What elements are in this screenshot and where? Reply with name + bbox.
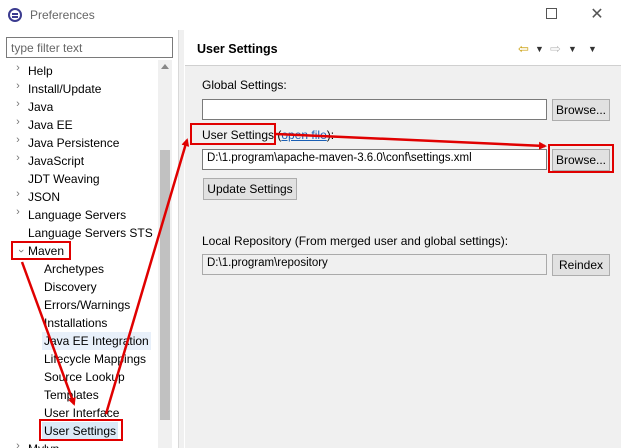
tree-item-user-interface[interactable]: User Interface [44, 404, 119, 422]
tree-item-source-lookup[interactable]: Source Lookup [44, 368, 125, 386]
back-arrow-icon[interactable]: ⇦ [518, 41, 529, 57]
chevron-right-icon[interactable]: › [12, 440, 24, 448]
local-repository-field: D:\1.program\repository [202, 254, 547, 275]
tree-item-language-servers[interactable]: Language Servers [28, 206, 126, 224]
user-settings-field[interactable]: D:\1.program\apache-maven-3.6.0\conf\set… [202, 149, 547, 170]
pane-divider[interactable] [178, 30, 184, 448]
tree-item-installations[interactable]: Installations [44, 314, 107, 332]
tree-item-javascript[interactable]: JavaScript [28, 152, 84, 170]
tree-item-java-persistence[interactable]: Java Persistence [28, 134, 119, 152]
tree-item-mylyn[interactable]: Mylyn [28, 440, 59, 448]
chevron-right-icon[interactable]: › [12, 188, 24, 206]
chevron-right-icon[interactable]: › [12, 152, 24, 170]
user-settings-label: User Settings (open file): [202, 128, 335, 142]
close-button[interactable]: ✕ [586, 4, 608, 26]
tree-item-install-update[interactable]: Install/Update [28, 80, 101, 98]
view-menu-icon[interactable]: ▼ [588, 44, 597, 54]
open-file-link[interactable]: open file [281, 128, 326, 142]
tree-item-user-settings[interactable]: User Settings [42, 422, 119, 440]
title-bar: Preferences ✕ [0, 0, 621, 30]
tree-item-java[interactable]: Java [28, 98, 53, 116]
tree-item-language-servers-sts[interactable]: Language Servers STS [28, 224, 153, 242]
global-browse-button[interactable]: Browse... [552, 99, 610, 121]
user-settings-text: User Settings [202, 128, 275, 142]
window-title: Preferences [30, 8, 95, 22]
chevron-down-icon[interactable]: › [9, 245, 27, 257]
chevron-right-icon[interactable]: › [12, 134, 24, 152]
tree-item-help[interactable]: Help [28, 62, 53, 80]
tree-item-archetypes[interactable]: Archetypes [44, 260, 104, 278]
tree-item-java-ee-integration[interactable]: Java EE Integration [42, 332, 151, 350]
tree-item-jdt-weaving[interactable]: JDT Weaving [28, 170, 100, 188]
reindex-button[interactable]: Reindex [552, 254, 610, 276]
tree-item-errors-warnings[interactable]: Errors/Warnings [44, 296, 130, 314]
scroll-thumb[interactable] [160, 150, 170, 420]
preference-tree: › Help › Install/Update › Java › Java EE… [0, 60, 160, 448]
chevron-right-icon[interactable]: › [12, 80, 24, 98]
tree-item-templates[interactable]: Templates [44, 386, 99, 404]
scroll-up-icon[interactable] [161, 64, 169, 69]
global-settings-field[interactable] [202, 99, 547, 120]
forward-arrow-icon[interactable]: ⇨ [550, 41, 561, 57]
filter-input[interactable] [6, 37, 173, 58]
maximize-button[interactable] [540, 4, 562, 26]
forward-dropdown-icon[interactable]: ▼ [568, 44, 577, 54]
tree-scrollbar[interactable] [158, 60, 172, 448]
settings-page: User Settings ⇦ ▼ ⇨ ▼ ▼ Global Settings:… [185, 30, 621, 448]
global-settings-label: Global Settings: [202, 78, 287, 92]
back-dropdown-icon[interactable]: ▼ [535, 44, 544, 54]
chevron-right-icon[interactable]: › [12, 206, 24, 224]
tree-item-discovery[interactable]: Discovery [44, 278, 97, 296]
update-settings-button[interactable]: Update Settings [203, 178, 297, 200]
tree-item-maven[interactable]: Maven [28, 242, 64, 260]
chevron-right-icon[interactable]: › [12, 98, 24, 116]
user-browse-button[interactable]: Browse... [552, 149, 610, 171]
chevron-right-icon[interactable]: › [12, 116, 24, 134]
chevron-right-icon[interactable]: › [12, 62, 24, 80]
tree-item-json[interactable]: JSON [28, 188, 60, 206]
local-repository-label: Local Repository (From merged user and g… [202, 234, 509, 248]
eclipse-icon [8, 8, 22, 22]
tree-item-java-ee[interactable]: Java EE [28, 116, 73, 134]
page-title: User Settings [197, 42, 278, 56]
page-header: User Settings ⇦ ▼ ⇨ ▼ ▼ [185, 30, 621, 66]
tree-item-lifecycle-mappings[interactable]: Lifecycle Mappings [44, 350, 146, 368]
